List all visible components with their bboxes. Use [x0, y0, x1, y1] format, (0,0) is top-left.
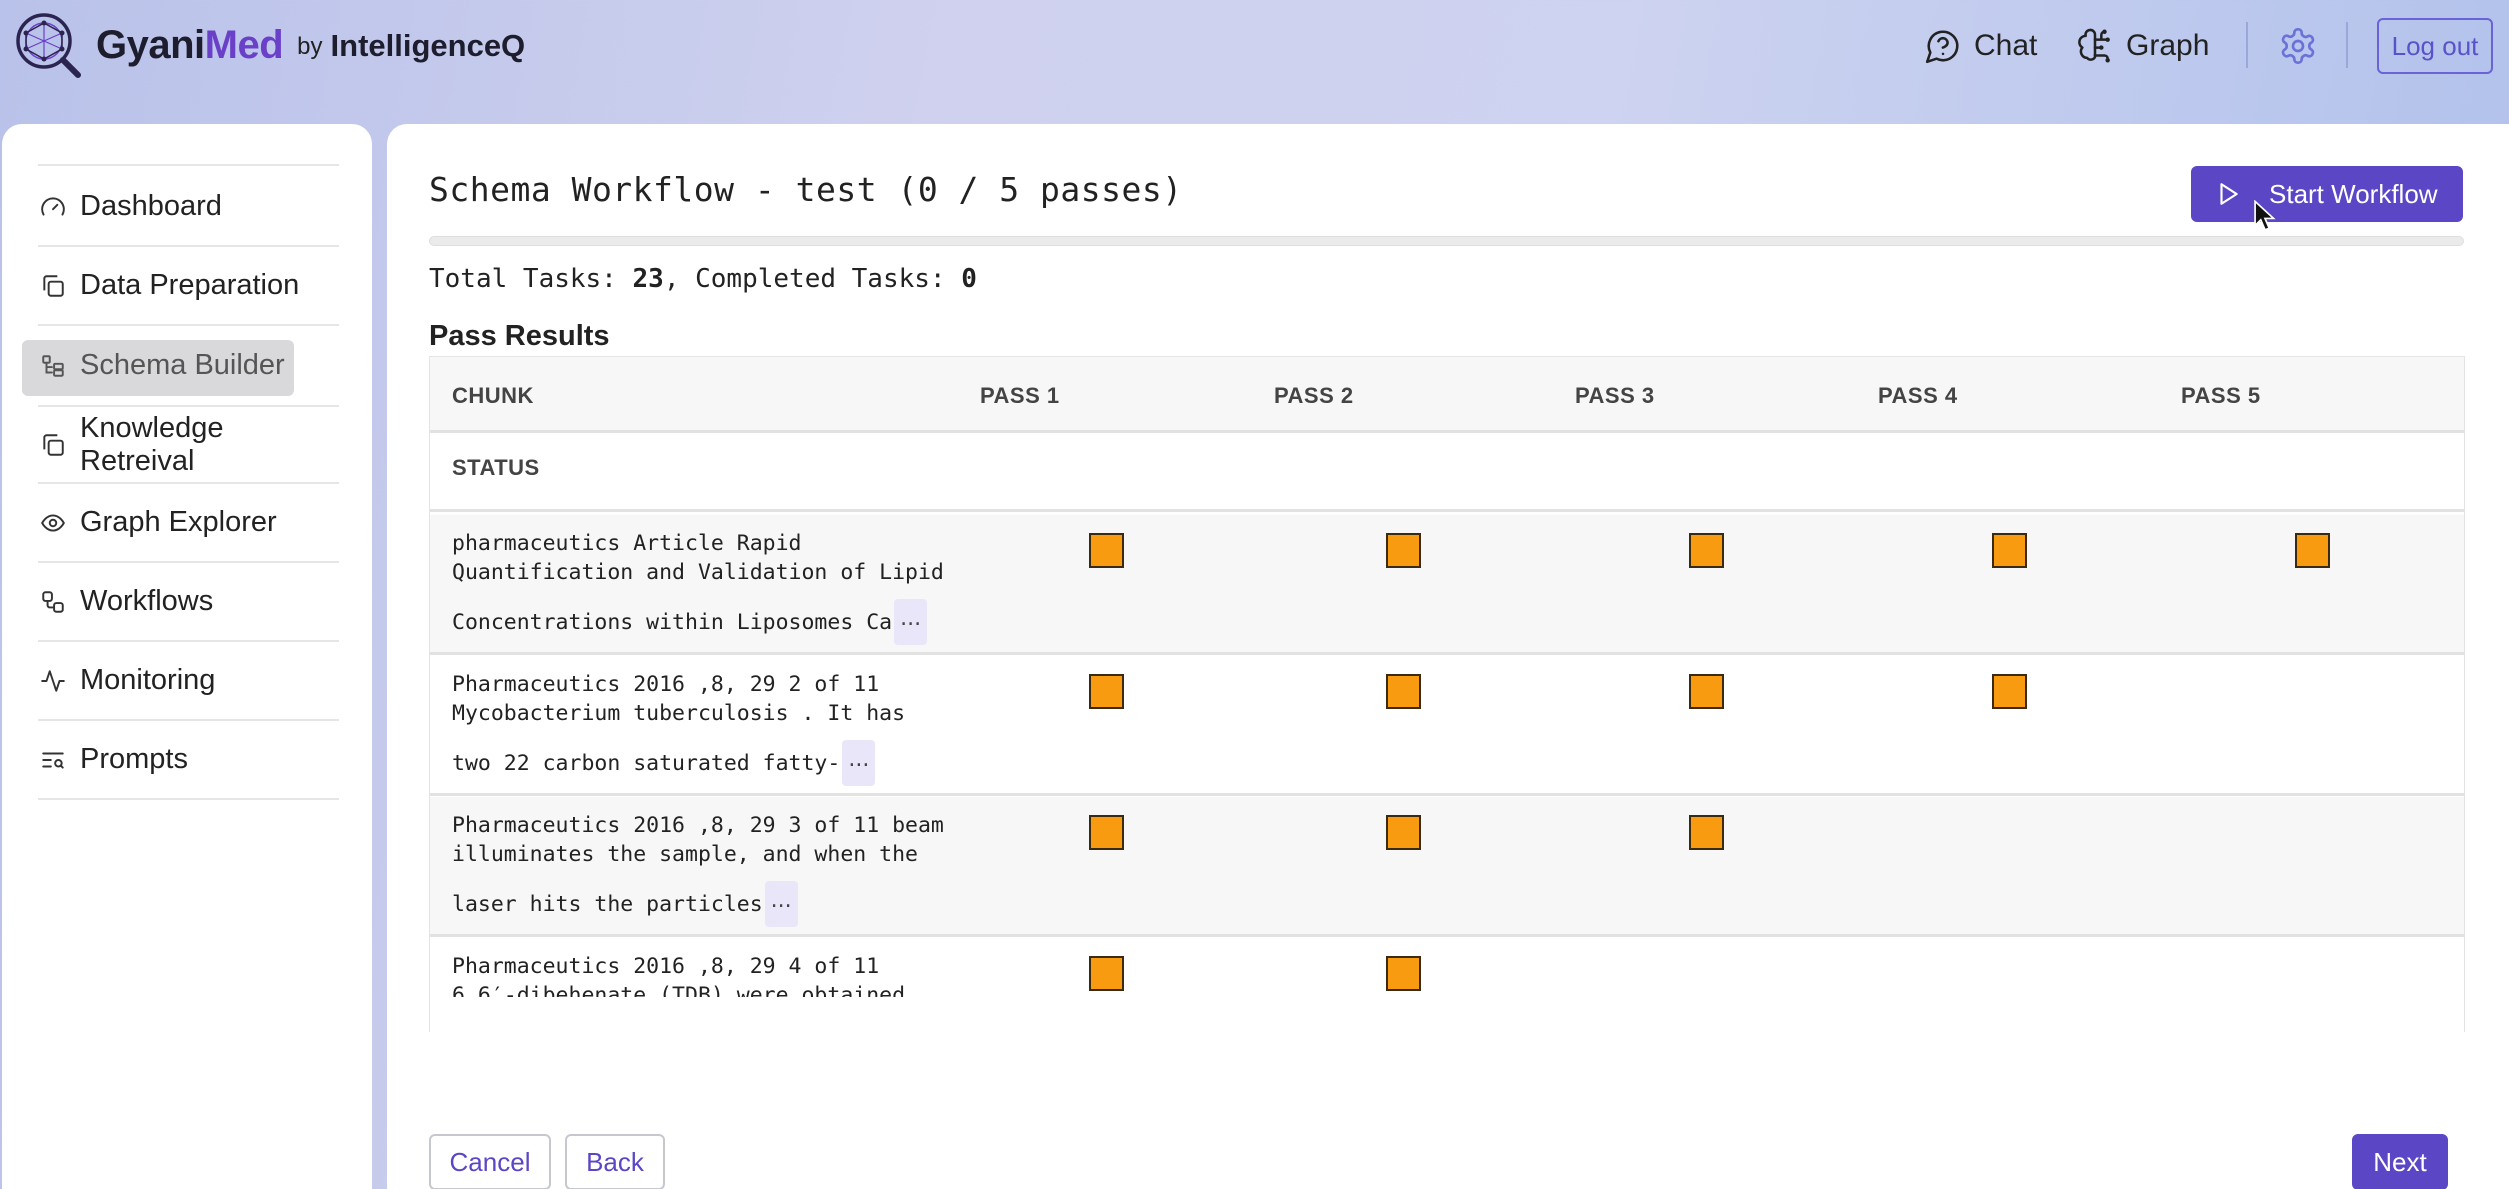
sidebar-item-prompts[interactable]: Prompts [38, 721, 339, 800]
workflow-progress-bar [429, 236, 2464, 246]
sidebar-item-label: Schema Builder [80, 349, 285, 381]
tree-icon [40, 353, 66, 379]
pass-1-status-indicator [1089, 956, 1124, 991]
header-divider [2346, 22, 2348, 68]
status-label: STATUS [452, 455, 540, 480]
start-workflow-label: Start Workflow [2269, 178, 2438, 209]
page-title: Schema Workflow - test (0 / 5 passes) [429, 170, 1183, 209]
table-scroll-clip [430, 997, 2464, 1032]
activity-icon [40, 668, 66, 694]
chat-link[interactable]: Chat [1924, 22, 2037, 70]
sidebar-item-schema-builder[interactable]: Schema Builder [38, 326, 339, 405]
sidebar-item-graph-explorer[interactable]: Graph Explorer [38, 484, 339, 563]
brain-graph-icon [2078, 28, 2110, 63]
column-header-pass-4: PASS 4 [1878, 383, 1958, 408]
globe-search-icon [16, 13, 81, 78]
pass-4-status-indicator [1992, 674, 2027, 709]
sidebar-item-monitoring[interactable]: Monitoring [38, 642, 339, 721]
chunk-line: Pharmaceutics 2016 ,8, 29 3 of 11 beam [452, 813, 944, 838]
chunk-text: Pharmaceutics 2016 ,8, 29 2 of 11 Mycobac… [452, 670, 972, 786]
gauge-icon [40, 194, 66, 220]
table-row[interactable]: Pharmaceutics 2016 ,8, 29 2 of 11 Mycobac… [430, 656, 2464, 796]
expand-chunk-button[interactable]: ... [764, 881, 798, 927]
sidebar-divider [38, 164, 339, 166]
chat-label: Chat [1974, 29, 2038, 62]
logout-button[interactable]: Log out [2377, 18, 2493, 74]
eye-icon [40, 510, 66, 536]
task-totals: Total Tasks: 23, Completed Tasks: 0 [429, 264, 977, 294]
chunk-line: two 22 carbon saturated fatty-... [452, 740, 972, 786]
sidebar: Dashboard Data Preparation Schema Builde… [2, 124, 372, 1189]
pass-5-status-indicator [2295, 533, 2330, 568]
start-workflow-button[interactable]: Start Workflow [2191, 166, 2463, 222]
sidebar-item-label: Dashboard [80, 190, 222, 222]
column-header-pass-2: PASS 2 [1274, 383, 1354, 408]
play-icon [2220, 183, 2238, 205]
sidebar-item-data-preparation[interactable]: Data Preparation [38, 247, 339, 326]
pass-3-status-indicator [1689, 674, 1724, 709]
pass-1-status-indicator [1089, 533, 1124, 568]
chunk-line: Quantification and Validation of Lipid [452, 560, 944, 585]
cancel-button[interactable]: Cancel [429, 1134, 551, 1189]
pass-3-status-indicator [1689, 533, 1724, 568]
pass-2-status-indicator [1386, 674, 1421, 709]
sidebar-item-label: Graph Explorer [80, 506, 277, 538]
chunk-line: Mycobacterium tuberculosis . It has [452, 701, 906, 726]
workflow-icon [40, 589, 66, 615]
main-panel: Schema Workflow - test (0 / 5 passes) St… [387, 124, 2509, 1189]
pass-2-status-indicator [1386, 533, 1421, 568]
column-header-chunk: CHUNK [452, 383, 534, 408]
column-header-pass-3: PASS 3 [1575, 383, 1655, 408]
sidebar-item-label: Prompts [80, 743, 188, 775]
table-header: CHUNK PASS 1 PASS 2 PASS 3 PASS 4 PASS 5 [430, 357, 2464, 433]
back-button[interactable]: Back [565, 1134, 665, 1189]
brand-by: by [297, 33, 323, 60]
graph-link[interactable]: Graph [2076, 22, 2209, 70]
pass-4-status-indicator [1992, 533, 2027, 568]
total-tasks-count: 23 [632, 264, 664, 294]
sidebar-item-dashboard[interactable]: Dashboard [38, 168, 339, 247]
chunk-line: Pharmaceutics 2016 ,8, 29 2 of 11 [452, 672, 880, 697]
pass-results-heading: Pass Results [429, 320, 610, 352]
graph-label: Graph [2126, 29, 2210, 62]
chunk-text: Pharmaceutics 2016 ,8, 29 3 of 11 beam il… [452, 811, 972, 927]
copy-icon [40, 273, 66, 299]
chunk-line: Pharmaceutics 2016 ,8, 29 4 of 11 [452, 954, 880, 979]
sidebar-item-knowledge-retreival[interactable]: Knowledge Retreival [38, 405, 339, 484]
sidebar-item-workflows[interactable]: Workflows [38, 563, 339, 642]
copy-icon [40, 432, 66, 458]
completed-tasks-count: 0 [961, 264, 977, 294]
expand-chunk-button[interactable]: ... [894, 599, 928, 645]
pass-2-status-indicator [1386, 815, 1421, 850]
sidebar-item-label: Workflows [80, 585, 214, 617]
expand-chunk-button[interactable]: ... [842, 740, 876, 786]
chunk-line: laser hits the particles... [452, 881, 972, 927]
chunk-line: Concentrations within Liposomes Ca... [452, 599, 972, 645]
header-divider [2246, 22, 2248, 68]
brand-logo[interactable]: GyaniMed by IntelligenceQ [14, 10, 525, 80]
pass-1-status-indicator [1089, 674, 1124, 709]
settings-gear-icon[interactable] [2278, 26, 2318, 66]
company-name: IntelligenceQ [330, 28, 526, 63]
pass-3-status-indicator [1689, 815, 1724, 850]
sidebar-item-label: Monitoring [80, 664, 216, 696]
chunk-text: pharmaceutics Article Rapid Quantificatio… [452, 529, 972, 645]
chat-bubble-icon [1925, 30, 1959, 64]
column-header-pass-5: PASS 5 [2181, 383, 2261, 408]
next-button[interactable]: Next [2352, 1134, 2448, 1189]
chunk-line: illuminates the sample, and when the [452, 842, 918, 867]
sidebar-item-label: Knowledge Retreival [80, 411, 224, 477]
mouse-cursor-icon [2254, 200, 2276, 231]
table-row[interactable]: Pharmaceutics 2016 ,8, 29 3 of 11 beam il… [430, 797, 2464, 937]
pass-results-table[interactable]: CHUNK PASS 1 PASS 2 PASS 3 PASS 4 PASS 5… [429, 356, 2465, 1032]
table-row[interactable]: pharmaceutics Article Rapid Quantificatio… [430, 515, 2464, 655]
pass-1-status-indicator [1089, 815, 1124, 850]
chunk-line: pharmaceutics Article Rapid [452, 531, 802, 556]
pass-2-status-indicator [1386, 956, 1421, 991]
status-row: STATUS [430, 433, 2464, 512]
brand-name: GyaniMed [96, 22, 284, 67]
sidebar-item-label: Data Preparation [80, 269, 300, 301]
text-search-icon [40, 747, 66, 773]
column-header-pass-1: PASS 1 [980, 383, 1060, 408]
